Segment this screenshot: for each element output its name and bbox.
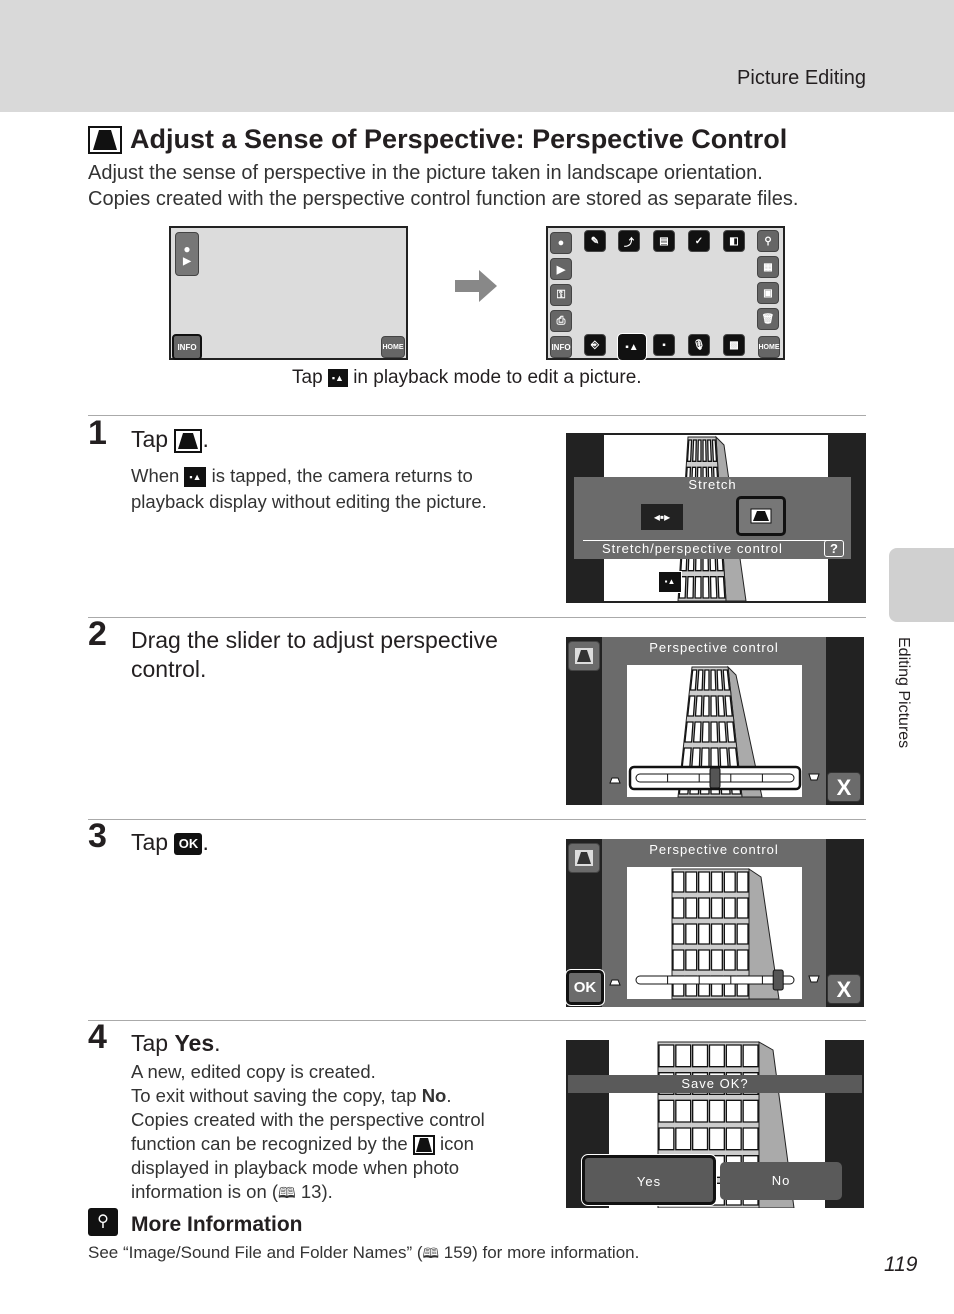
side-tab bbox=[889, 548, 954, 622]
print-order-icon[interactable]: ⎙ bbox=[550, 310, 572, 332]
step-body-line: information is on (🕮 13). bbox=[131, 1181, 333, 1202]
thumbnail-icon[interactable]: ▦ bbox=[757, 256, 779, 278]
perspective-down-icon bbox=[808, 975, 820, 983]
home-button[interactable]: HOME bbox=[381, 336, 405, 358]
stretch-menu-screen: Stretch ◂▪▸ Stretch/perspective control … bbox=[566, 433, 866, 603]
filter-icon[interactable]: ◧ bbox=[723, 230, 745, 252]
perspective-up-icon bbox=[609, 979, 621, 986]
play-icon[interactable]: ▶ bbox=[550, 258, 572, 280]
protect-icon[interactable]: ⚿ bbox=[550, 284, 572, 306]
step-body: When ▪▲ is tapped, the camera returns to bbox=[131, 465, 473, 488]
perspective-up-icon bbox=[609, 777, 621, 784]
page-title: Adjust a Sense of Perspective: Perspecti… bbox=[88, 124, 787, 155]
step-title: Tap Yes. bbox=[131, 1030, 221, 1056]
slideshow-icon[interactable]: ▣ bbox=[757, 282, 779, 304]
step-body-line: playback display without editing the pic… bbox=[131, 491, 487, 512]
d-lighting-icon[interactable]: ⤴ bbox=[618, 230, 640, 252]
step-body-line: displayed in playback mode when photo bbox=[131, 1157, 460, 1178]
more-info-title: More Information bbox=[131, 1213, 303, 1236]
step-body-line: A new, edited copy is created. bbox=[131, 1061, 376, 1082]
edit-menu-screen: ✎ ⤴ ▤ ✓ ◧ ⚲ ▦ ▣ 🗑 ⎆ ▪▲ ▪ 🎙 ▩ ● ▶ ⚿ ⎙ INFO HOME bbox=[546, 226, 785, 361]
slider-track bbox=[635, 975, 795, 985]
step-body-line: function can be recognized by the icon bbox=[131, 1133, 474, 1156]
home-button[interactable]: HOME bbox=[758, 336, 780, 358]
mode-buttons: ● ▶ bbox=[175, 232, 199, 276]
prompt-bar: Save OK? bbox=[568, 1075, 862, 1093]
menu-title: Stretch bbox=[688, 477, 737, 492]
perspective-control-icon bbox=[568, 843, 600, 873]
save-confirm-screen: Save OK? Yes No bbox=[566, 1040, 864, 1208]
book-icon: 🕮 bbox=[422, 1245, 440, 1261]
info-button[interactable]: INFO bbox=[550, 336, 572, 358]
favorites-icon[interactable]: ▪ bbox=[653, 334, 675, 356]
magnifier-icon: ⚲ bbox=[88, 1208, 118, 1236]
intro-line-1: Adjust the sense of perspective in the p… bbox=[88, 162, 763, 184]
step-number: 1 bbox=[88, 414, 107, 452]
edit-icon: ▪▲ bbox=[327, 368, 348, 387]
screen-title: Perspective control bbox=[649, 640, 779, 655]
more-info-text: See “Image/Sound File and Folder Names” … bbox=[88, 1243, 640, 1262]
perspective-down-icon bbox=[808, 773, 820, 781]
camera-icon[interactable]: ● bbox=[550, 232, 572, 254]
rotate-icon[interactable]: ⎆ bbox=[584, 334, 606, 356]
save-prompt: Save OK? bbox=[681, 1076, 749, 1091]
figure-caption: Tap ▪▲ in playback mode to edit a pictur… bbox=[292, 367, 642, 388]
perspective-control-icon bbox=[88, 125, 122, 154]
screen-title: Perspective control bbox=[649, 842, 779, 857]
no-button[interactable]: No bbox=[720, 1162, 842, 1200]
page-number: 119 bbox=[884, 1253, 918, 1276]
skin-softening-icon[interactable]: ✓ bbox=[688, 230, 710, 252]
step-title: Tap OK. bbox=[131, 829, 209, 855]
step-title-line-1: Drag the slider to adjust perspective bbox=[131, 627, 498, 653]
perspective-control-screen: Perspective control X bbox=[566, 637, 864, 805]
retouch-icon[interactable]: ✎ bbox=[584, 230, 606, 252]
ok-button[interactable]: OK bbox=[566, 969, 605, 1006]
perspective-control-button[interactable] bbox=[736, 496, 786, 536]
perspective-control-screen: Perspective control OK X bbox=[566, 839, 864, 1007]
stretch-button[interactable]: ◂▪▸ bbox=[641, 504, 683, 530]
step-title-line-2: control. bbox=[131, 656, 207, 682]
divider bbox=[88, 819, 866, 820]
small-picture-icon[interactable]: ▩ bbox=[723, 334, 745, 356]
perspective-control-icon bbox=[412, 1135, 435, 1156]
intro-line-2: Copies created with the perspective cont… bbox=[88, 188, 799, 210]
close-button[interactable]: X bbox=[827, 772, 861, 802]
step-body-line: To exit without saving the copy, tap No. bbox=[131, 1085, 452, 1106]
menu-subtitle: Stretch/perspective control bbox=[602, 541, 783, 556]
perspective-control-icon bbox=[568, 641, 600, 671]
slider-handle bbox=[709, 767, 721, 789]
divider bbox=[88, 415, 866, 416]
yes-button[interactable]: Yes bbox=[581, 1154, 717, 1206]
title-text: Adjust a Sense of Perspective: Perspecti… bbox=[130, 124, 788, 154]
stretch-menu-panel: Stretch ◂▪▸ Stretch/perspective control … bbox=[574, 477, 851, 559]
delete-icon[interactable]: 🗑 bbox=[757, 308, 779, 330]
play-icon[interactable]: ▶ bbox=[183, 256, 191, 267]
side-tab-label: Editing Pictures bbox=[895, 637, 912, 749]
divider bbox=[88, 1020, 866, 1021]
perspective-control-icon bbox=[174, 428, 203, 453]
book-icon: 🕮 bbox=[278, 1185, 296, 1202]
help-button[interactable]: ? bbox=[824, 540, 844, 557]
ok-icon: OK bbox=[174, 832, 203, 855]
step-number: 2 bbox=[88, 615, 107, 653]
step-body-line: Copies created with the perspective cont… bbox=[131, 1109, 485, 1130]
step-number: 3 bbox=[88, 817, 107, 855]
edit-icon: ▪▲ bbox=[658, 571, 682, 593]
step-title: Tap . bbox=[131, 426, 209, 453]
info-button[interactable]: INFO bbox=[172, 334, 202, 360]
arrow-right-icon bbox=[455, 270, 497, 302]
playback-screen: ● ▶ INFO HOME bbox=[169, 226, 408, 360]
edit-icon: ▪▲ bbox=[184, 467, 207, 488]
crop-icon[interactable]: ▤ bbox=[653, 230, 675, 252]
camera-icon[interactable]: ● bbox=[183, 242, 190, 256]
close-button[interactable]: X bbox=[827, 974, 861, 1004]
edit-icon[interactable]: ▪▲ bbox=[617, 333, 647, 361]
step-number: 4 bbox=[88, 1018, 107, 1056]
voice-memo-icon[interactable]: 🎙 bbox=[688, 334, 710, 356]
page-header: Picture Editing bbox=[0, 0, 954, 112]
divider bbox=[88, 617, 866, 618]
slider-handle bbox=[772, 969, 784, 991]
section-title: Picture Editing bbox=[737, 67, 866, 89]
zoom-icon[interactable]: ⚲ bbox=[757, 230, 779, 252]
